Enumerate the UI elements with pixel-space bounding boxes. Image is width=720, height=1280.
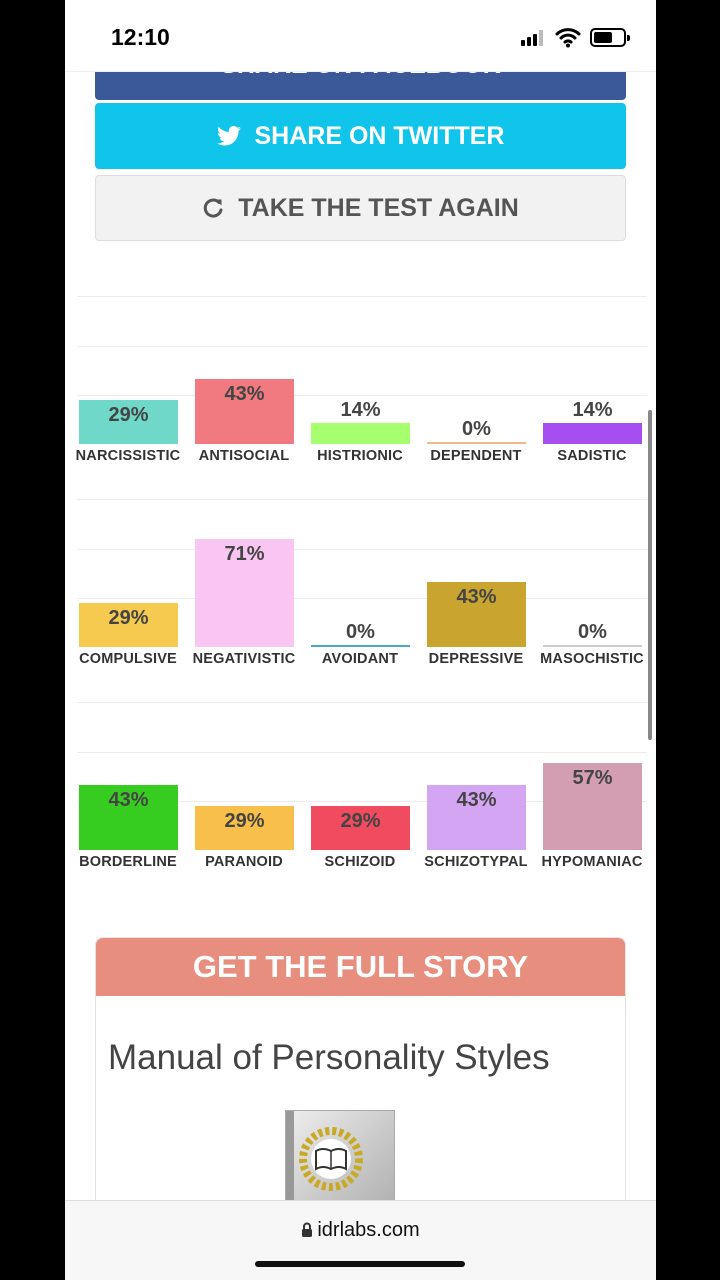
- category-label: BORDERLINE: [79, 854, 177, 870]
- clock: 12:10: [111, 24, 170, 50]
- grid-line: [77, 702, 647, 703]
- category-label: SCHIZOID: [324, 854, 396, 870]
- home-indicator[interactable]: [255, 1261, 465, 1267]
- bar-value-label: 29%: [224, 809, 265, 832]
- bar-value-label: 71%: [224, 543, 265, 566]
- bar-value-label: 43%: [108, 788, 149, 811]
- category-label: DEPENDENT: [430, 448, 522, 464]
- bar-masochistic: [543, 645, 642, 647]
- status-bar: 12:10: [65, 0, 656, 72]
- book-title[interactable]: Manual of Personality Styles: [108, 1038, 550, 1078]
- url-bar[interactable]: idrlabs.com: [65, 1219, 656, 1244]
- bar-value-label: 0%: [462, 418, 491, 440]
- category-label: MASOCHISTIC: [540, 651, 644, 667]
- grid-line: [77, 395, 647, 396]
- bar-value-label: 43%: [456, 585, 497, 608]
- lock-icon: [301, 1221, 313, 1244]
- grid-line: [77, 499, 647, 500]
- category-label: DEPRESSIVE: [428, 651, 524, 667]
- bar-value-label: 14%: [340, 398, 381, 421]
- category-label: COMPULSIVE: [79, 651, 177, 667]
- bar-value-label: 0%: [346, 621, 375, 643]
- grid-line: [77, 549, 647, 550]
- category-label: HISTRIONIC: [317, 448, 403, 464]
- bar-histrionic: [311, 422, 410, 444]
- share-twitter-button[interactable]: SHARE ON TWITTER: [95, 103, 626, 169]
- grid-line: [77, 296, 647, 297]
- full-story-card[interactable]: GET THE FULL STORY Manual of Personality…: [95, 937, 626, 1217]
- category-label: AVOIDANT: [321, 651, 399, 667]
- bar-value-label: 29%: [108, 403, 149, 426]
- category-label: PARANOID: [205, 854, 283, 870]
- bar-avoidant: [311, 645, 410, 647]
- category-label: ANTISOCIAL: [198, 448, 290, 464]
- screen: SHARE ON FACEBOOK SHARE ON TWITTER TAKE …: [65, 0, 656, 1280]
- take-test-again-button[interactable]: TAKE THE TEST AGAIN: [95, 175, 626, 241]
- bar-sadistic: [543, 422, 642, 444]
- url-text: idrlabs.com: [317, 1219, 420, 1241]
- wifi-icon: [555, 26, 581, 48]
- grid-line: [77, 598, 647, 599]
- cellular-signal-icon: [521, 30, 545, 46]
- bar-value-label: 57%: [572, 767, 613, 790]
- bar-value-label: 43%: [456, 788, 497, 811]
- refresh-icon: [202, 197, 224, 219]
- bar-value-label: 29%: [108, 606, 149, 629]
- full-story-header: GET THE FULL STORY: [96, 938, 625, 996]
- category-label: NARCISSISTIC: [75, 448, 181, 464]
- category-label: NEGATIVISTIC: [192, 651, 296, 667]
- book-cover-image[interactable]: [285, 1110, 395, 1210]
- twitter-icon: [216, 126, 241, 146]
- bar-value-label: 0%: [578, 621, 607, 643]
- take-test-again-label: TAKE THE TEST AGAIN: [238, 193, 519, 222]
- bar-value-label: 43%: [224, 382, 265, 405]
- battery-icon: [590, 28, 630, 47]
- bar-value-label: 14%: [572, 398, 613, 421]
- bar-value-label: 29%: [340, 809, 381, 832]
- browser-bottom-bar: idrlabs.com: [65, 1200, 656, 1280]
- category-label: HYPOMANIAC: [541, 854, 643, 870]
- grid-line: [77, 346, 647, 347]
- scrollbar[interactable]: [648, 410, 652, 740]
- category-label: SADISTIC: [557, 448, 627, 464]
- category-label: SCHIZOTYPAL: [424, 854, 528, 870]
- share-twitter-label: SHARE ON TWITTER: [254, 121, 505, 150]
- book-emblem-icon: [299, 1127, 363, 1191]
- grid-line: [77, 752, 647, 753]
- bar-dependent: [427, 442, 526, 444]
